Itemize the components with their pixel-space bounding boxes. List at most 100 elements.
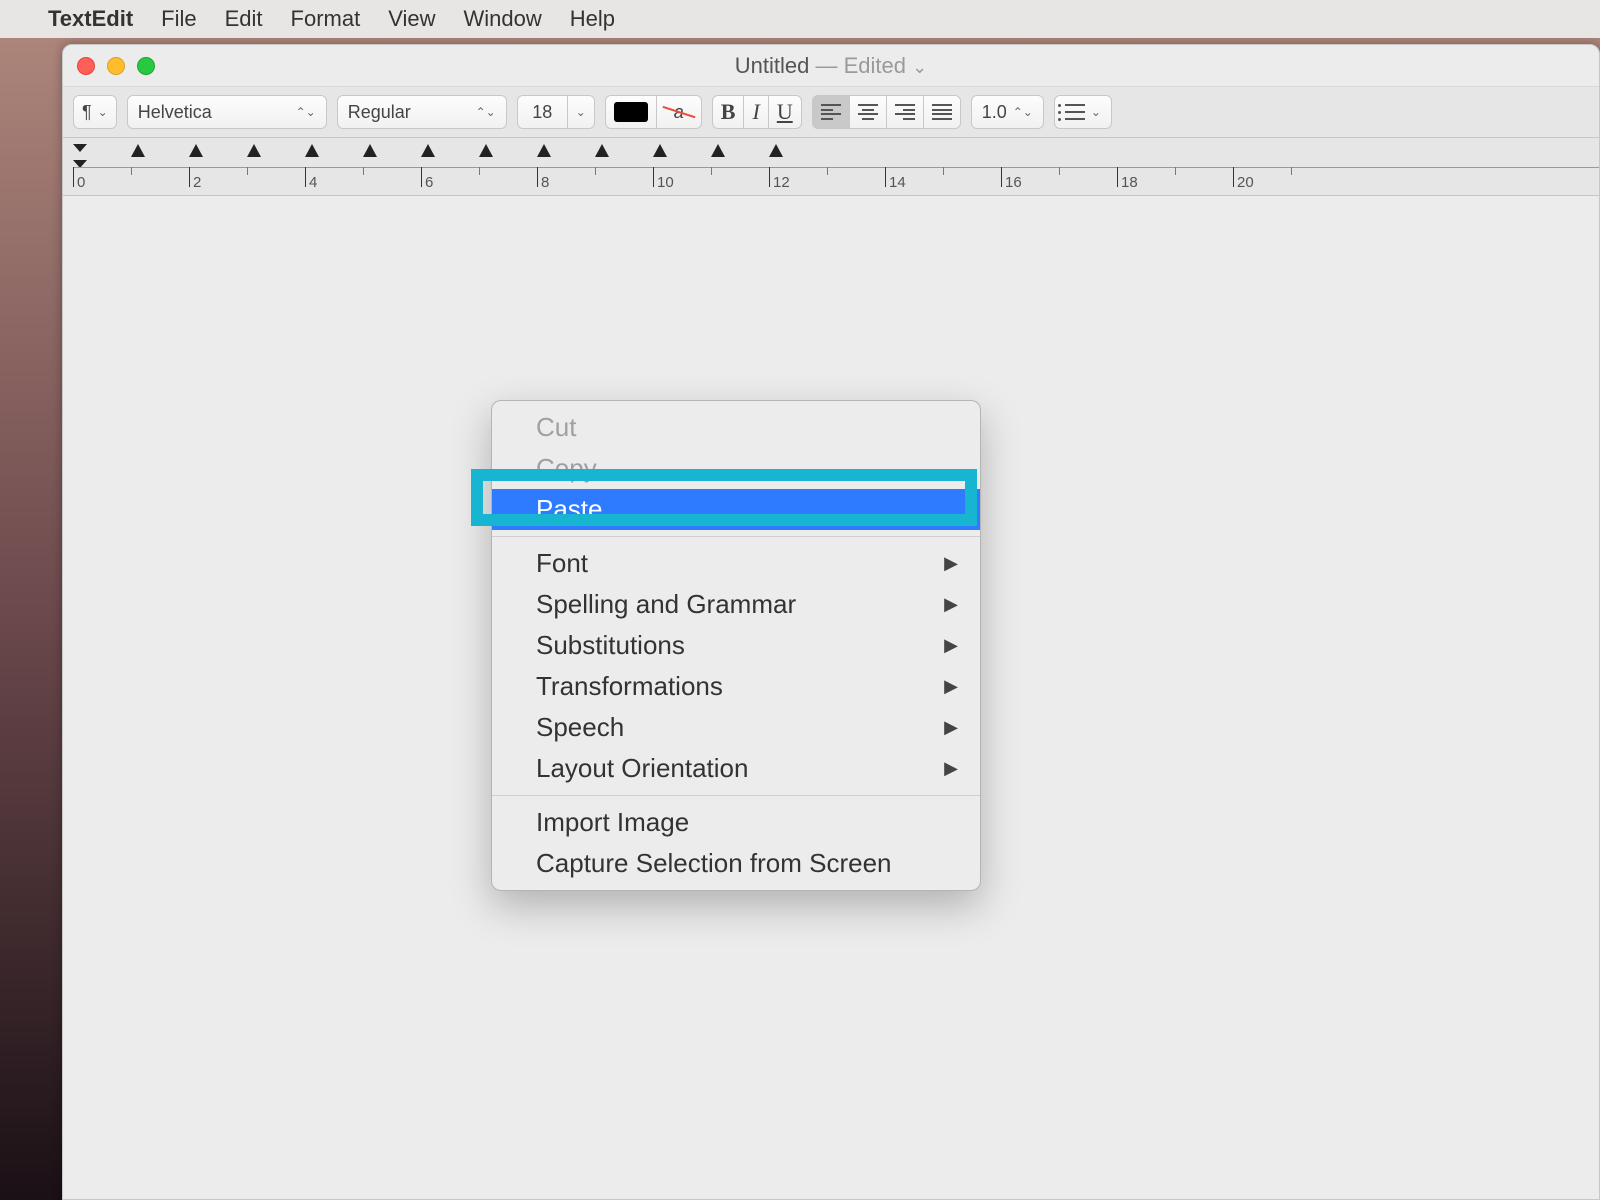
list-icon xyxy=(1065,104,1085,120)
ruler-tick-label: 8 xyxy=(541,174,549,191)
context-menu-item-paste[interactable]: Paste xyxy=(492,489,980,530)
list-style-dropdown[interactable]: ⌄ xyxy=(1054,95,1112,129)
ruler-tick xyxy=(537,167,538,187)
italic-button[interactable]: I xyxy=(743,95,767,129)
align-right-icon xyxy=(895,104,915,120)
submenu-arrow-icon: ▶ xyxy=(944,594,958,615)
ruler-tick xyxy=(653,167,654,187)
context-menu-item-substitutions[interactable]: Substitutions ▶ xyxy=(492,625,980,666)
ruler-tick-label: 4 xyxy=(309,174,317,191)
tab-stop-icon[interactable] xyxy=(479,144,493,157)
ruler[interactable]: 02468101214161820 xyxy=(63,138,1599,196)
ruler-tick xyxy=(73,167,74,187)
ruler-minor-tick xyxy=(943,167,944,175)
align-justify-icon xyxy=(932,104,952,120)
paragraph-icon: ¶ xyxy=(82,102,92,123)
tab-stop-icon[interactable] xyxy=(711,144,725,157)
ruler-tick xyxy=(769,167,770,187)
zoom-button[interactable] xyxy=(137,57,155,75)
ruler-tick xyxy=(1117,167,1118,187)
text-color-button[interactable] xyxy=(605,95,656,129)
tab-stop-icon[interactable] xyxy=(595,144,609,157)
context-menu-item-label: Transformations xyxy=(536,671,723,702)
context-menu-item-transformations[interactable]: Transformations ▶ xyxy=(492,666,980,707)
ruler-minor-tick xyxy=(595,167,596,175)
text-style-group: B I U xyxy=(712,95,802,129)
align-center-icon xyxy=(858,104,878,120)
window-title: Untitled — Edited ⌄ xyxy=(63,53,1599,79)
align-justify-button[interactable] xyxy=(923,95,961,129)
document-title: Untitled xyxy=(735,53,810,78)
tab-stop-icon[interactable] xyxy=(537,144,551,157)
ruler-tick xyxy=(1001,167,1002,187)
tab-stop-icon[interactable] xyxy=(421,144,435,157)
title-chevron-icon[interactable]: ⌄ xyxy=(912,57,927,77)
font-style-value: Regular xyxy=(348,102,411,123)
ruler-minor-tick xyxy=(363,167,364,175)
ruler-minor-tick xyxy=(131,167,132,175)
context-menu-item-cut: Cut xyxy=(492,407,980,448)
context-menu-item-label: Substitutions xyxy=(536,630,685,661)
updown-icon: ⌃⌄ xyxy=(1013,105,1033,119)
ruler-minor-tick xyxy=(479,167,480,175)
align-right-button[interactable] xyxy=(886,95,923,129)
context-menu-item-capture-selection-from-screen[interactable]: Capture Selection from Screen xyxy=(492,843,980,884)
context-menu-item-label: Cut xyxy=(536,412,576,443)
ruler-tick-label: 14 xyxy=(889,174,906,191)
menu-window[interactable]: Window xyxy=(464,6,542,32)
chevron-down-icon: ⌄ xyxy=(1091,105,1101,119)
context-menu-item-import-image[interactable]: Import Image xyxy=(492,802,980,843)
menu-bar: TextEdit File Edit Format View Window He… xyxy=(0,0,1600,38)
ruler-tick xyxy=(189,167,190,187)
tab-stop-icon[interactable] xyxy=(247,144,261,157)
minimize-button[interactable] xyxy=(107,57,125,75)
paragraph-style-dropdown[interactable]: ¶ ⌄ xyxy=(73,95,117,129)
context-menu-item-font[interactable]: Font▶ xyxy=(492,543,980,584)
context-menu-item-speech[interactable]: Speech ▶ xyxy=(492,707,980,748)
font-size-field[interactable]: 18 xyxy=(517,95,567,129)
tab-stop-icon[interactable] xyxy=(131,144,145,157)
menu-view[interactable]: View xyxy=(388,6,435,32)
submenu-arrow-icon: ▶ xyxy=(944,635,958,656)
font-size-value: 18 xyxy=(532,102,552,123)
context-menu-item-layout-orientation[interactable]: Layout Orientation ▶ xyxy=(492,748,980,789)
submenu-arrow-icon: ▶ xyxy=(944,758,958,779)
close-button[interactable] xyxy=(77,57,95,75)
line-spacing-dropdown[interactable]: 1.0 ⌃⌄ xyxy=(971,95,1044,129)
app-name[interactable]: TextEdit xyxy=(48,6,133,32)
menu-help[interactable]: Help xyxy=(570,6,615,32)
ruler-tick-label: 0 xyxy=(77,174,85,191)
context-menu-item-label: Speech xyxy=(536,712,624,743)
context-menu-item-label: Layout Orientation xyxy=(536,753,748,784)
submenu-arrow-icon: ▶ xyxy=(944,717,958,738)
context-menu-item-spelling-and-grammar[interactable]: Spelling and Grammar▶ xyxy=(492,584,980,625)
alignment-group xyxy=(812,95,961,129)
submenu-arrow-icon: ▶ xyxy=(944,676,958,697)
tab-stop-icon[interactable] xyxy=(769,144,783,157)
align-left-button[interactable] xyxy=(812,95,849,129)
tab-stop-icon[interactable] xyxy=(305,144,319,157)
highlight-color-button[interactable]: a xyxy=(656,95,702,129)
margin-marker-icon[interactable] xyxy=(73,144,87,152)
ruler-tick-label: 16 xyxy=(1005,174,1022,191)
menu-separator xyxy=(492,536,980,537)
menu-format[interactable]: Format xyxy=(291,6,361,32)
menu-edit[interactable]: Edit xyxy=(225,6,263,32)
font-family-dropdown[interactable]: Helvetica ⌃⌄ xyxy=(127,95,327,129)
color-swatch-icon xyxy=(614,102,648,122)
underline-button[interactable]: U xyxy=(768,95,802,129)
ruler-tick xyxy=(421,167,422,187)
tab-stop-icon[interactable] xyxy=(363,144,377,157)
ruler-minor-tick xyxy=(711,167,712,175)
menu-file[interactable]: File xyxy=(161,6,196,32)
font-size-stepper[interactable]: ⌄ xyxy=(567,95,595,129)
context-menu-item-label: Paste xyxy=(536,494,603,525)
bold-button[interactable]: B xyxy=(712,95,744,129)
tab-stop-icon[interactable] xyxy=(189,144,203,157)
ruler-tick-label: 6 xyxy=(425,174,433,191)
align-center-button[interactable] xyxy=(849,95,886,129)
color-group: a xyxy=(605,95,702,129)
font-style-dropdown[interactable]: Regular ⌃⌄ xyxy=(337,95,507,129)
tab-stop-icon[interactable] xyxy=(653,144,667,157)
ruler-minor-tick xyxy=(827,167,828,175)
